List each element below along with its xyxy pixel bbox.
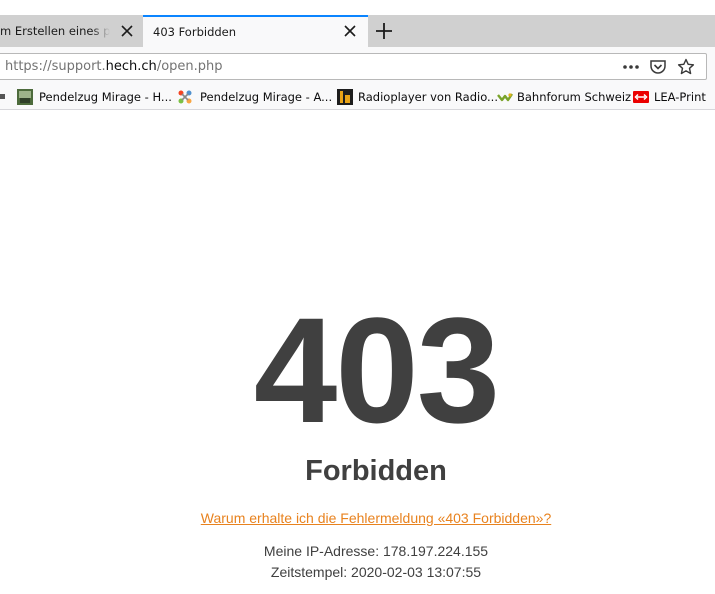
ip-address-line: Meine IP-Adresse: 178.197.224.155 <box>263 543 489 559</box>
pocket-icon[interactable] <box>649 58 667 76</box>
navigation-bar: https://support.hech.ch/open.php <box>0 47 715 85</box>
tab-title: m Erstellen eines pdf <box>0 24 110 38</box>
bookmark-item[interactable]: Radioplayer von Radio... <box>337 88 498 106</box>
bookmark-overflow-fragment <box>0 90 6 100</box>
error-status: Forbidden <box>305 455 447 487</box>
bookmark-item[interactable]: Pendelzug Mirage - H... <box>17 88 172 106</box>
tab-inactive[interactable]: m Erstellen eines pdf <box>0 15 143 47</box>
url-path: /open.php <box>156 59 223 74</box>
bookmarks-toolbar: Pendelzug Mirage - H... Pendelzug Mirage… <box>0 85 715 110</box>
joomla-icon <box>178 90 192 104</box>
tab-strip: m Erstellen eines pdf 403 Forbidden <box>0 0 715 47</box>
bookmark-item[interactable]: LEA-Print <box>633 88 713 106</box>
tab-active[interactable]: 403 Forbidden <box>143 15 368 47</box>
bahnforum-icon <box>497 93 513 102</box>
bookmark-item[interactable]: Bahnforum Schweiz <box>497 88 631 106</box>
close-icon[interactable] <box>340 21 360 41</box>
bookmark-label: LEA-Print <box>654 90 706 104</box>
bookmark-label: Pendelzug Mirage - H... <box>39 90 172 104</box>
radio-logo-icon <box>337 89 353 105</box>
timestamp-line: Zeitstempel: 2020-02-03 13:07:55 <box>270 564 482 580</box>
url-text[interactable]: https://support.hech.ch/open.php <box>5 59 223 74</box>
photo-thumbnail-icon <box>17 89 33 105</box>
bookmark-item[interactable]: Pendelzug Mirage - A... <box>177 88 333 106</box>
sbb-icon <box>633 91 649 103</box>
url-prefix: https://support. <box>5 59 106 74</box>
tab-title: 403 Forbidden <box>153 25 237 39</box>
page-actions-icon[interactable] <box>621 58 641 76</box>
new-tab-icon[interactable] <box>372 19 396 43</box>
bookmark-label: Radioplayer von Radio... <box>358 90 498 104</box>
bookmark-label: Bahnforum Schweiz <box>517 90 632 104</box>
error-help-link[interactable]: Warum erhalte ich die Fehlermeldung «403… <box>0 510 715 526</box>
bookmark-star-icon[interactable] <box>677 58 695 76</box>
bookmark-label: Pendelzug Mirage - A... <box>200 90 333 104</box>
address-bar[interactable]: https://support.hech.ch/open.php <box>0 53 707 80</box>
error-code: 403 <box>253 286 500 454</box>
tab-bar: m Erstellen eines pdf 403 Forbidden <box>0 15 715 47</box>
url-host: hech.ch <box>105 59 157 74</box>
close-icon[interactable] <box>117 21 137 41</box>
